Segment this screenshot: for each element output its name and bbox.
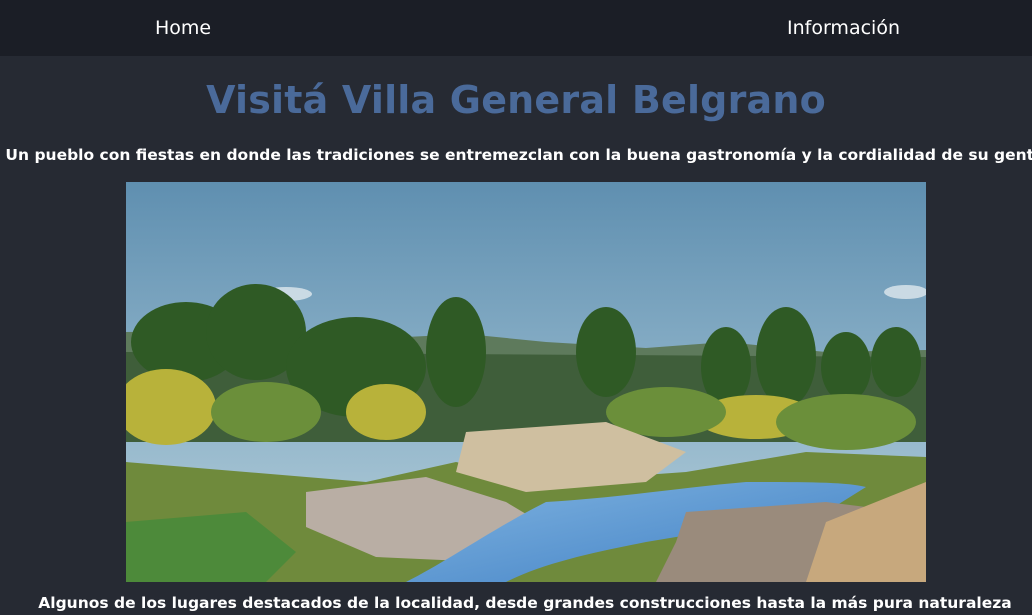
page-title: Visitá Villa General Belgrano xyxy=(206,78,826,122)
top-navbar: Home Información xyxy=(0,0,1032,56)
nav-home-link[interactable]: Home xyxy=(155,0,211,56)
landscape-illustration xyxy=(126,182,926,582)
nav-info-link[interactable]: Información xyxy=(787,0,900,56)
page-subtitle: Un pueblo con fiestas en donde las tradi… xyxy=(5,146,1032,164)
gallery-caption: Algunos de los lugares destacados de la … xyxy=(38,594,1012,612)
hero-landscape-image xyxy=(126,182,926,582)
